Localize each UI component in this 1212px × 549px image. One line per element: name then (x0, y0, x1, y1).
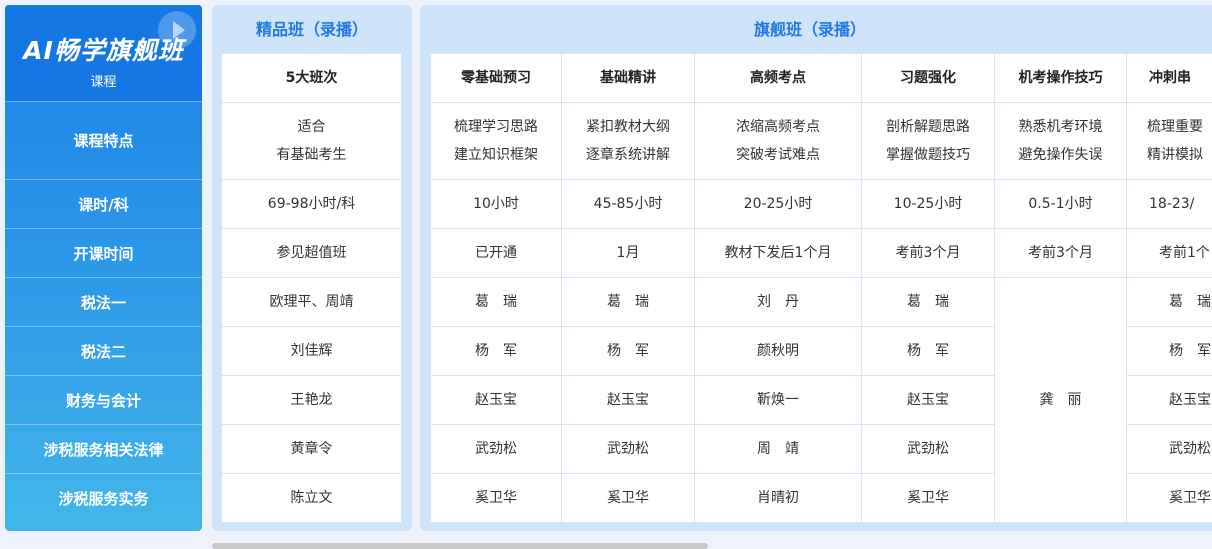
hours-cell: 18-23/ (1126, 179, 1212, 229)
row-header: 涉税服务相关法律 (5, 424, 202, 473)
teacher-cell: 赵玉宝 (430, 375, 562, 425)
start-cell: 1月 (561, 228, 695, 278)
premium-table: 5大班次 适合 有基础考生 69-98小时/科 参见超值班 欧理平、周靖 刘佳辉… (222, 53, 401, 523)
row-header: 财务与会计 (5, 375, 202, 424)
hours-cell: 10-25小时 (861, 179, 995, 229)
premium-cell: 王艳龙 (222, 375, 401, 425)
teacher-cell: 葛 瑞 (561, 277, 695, 327)
start-cell: 考前3个月 (994, 228, 1127, 278)
feature-cell: 熟悉机考环境 避免操作失误 (994, 102, 1127, 180)
premium-panel: 精品班（录播） 5大班次 适合 有基础考生 69-98小时/科 参见超值班 欧理… (212, 5, 412, 531)
teacher-cell: 葛 瑞 (430, 277, 562, 327)
teacher-cell: 奚卫华 (1126, 473, 1212, 523)
row-header: 税法二 (5, 326, 202, 375)
hours-cell: 45-85小时 (561, 179, 695, 229)
hours-cell: 0.5-1小时 (994, 179, 1127, 229)
row-header-column: AI畅学旗舰班 课程 课程特点 课时/科 开课时间 税法一 税法二 财务与会计 … (5, 5, 202, 531)
teacher-cell: 刘 丹 (694, 277, 862, 327)
teacher-cell: 杨 军 (561, 326, 695, 376)
feature-cell: 紧扣教材大纲 逐章系统讲解 (561, 102, 695, 180)
teacher-cell: 颜秋明 (694, 326, 862, 376)
premium-cell: 欧理平、周靖 (222, 277, 401, 327)
teacher-merged-cell: 龚 丽 (994, 277, 1127, 523)
flagship-table: 零基础预习 基础精讲 高频考点 习题强化 机考操作技巧 冲刺串 梳理学习思路 建… (430, 53, 1212, 523)
feature-cell: 梳理重要 精讲模拟 (1126, 102, 1212, 180)
start-cell: 考前1个 (1126, 228, 1212, 278)
teacher-cell: 赵玉宝 (561, 375, 695, 425)
teacher-cell: 杨 军 (430, 326, 562, 376)
teacher-cell: 赵玉宝 (861, 375, 995, 425)
premium-cell: 黄章令 (222, 424, 401, 474)
feature-cell: 浓缩高频考点 突破考试难点 (694, 102, 862, 180)
column-header: 零基础预习 (430, 53, 562, 103)
teacher-cell: 奚卫华 (430, 473, 562, 523)
teacher-cell: 周 靖 (694, 424, 862, 474)
teacher-cell: 杨 军 (1126, 326, 1212, 376)
start-cell: 已开通 (430, 228, 562, 278)
flagship-panel: 旗舰班（录播） 零基础预习 基础精讲 高频考点 习题强化 机考操作技巧 冲刺串 … (420, 5, 1212, 531)
premium-cell: 刘佳辉 (222, 326, 401, 376)
column-header: 习题强化 (861, 53, 995, 103)
brand-subtitle: 课程 (90, 75, 117, 90)
feature-cell: 梳理学习思路 建立知识框架 (430, 102, 562, 180)
premium-cell: 参见超值班 (222, 228, 401, 278)
start-cell: 考前3个月 (861, 228, 995, 278)
teacher-cell: 肖晴初 (694, 473, 862, 523)
row-header: 税法一 (5, 277, 202, 326)
premium-cell: 适合 有基础考生 (222, 102, 401, 180)
start-cell: 教材下发后1个月 (694, 228, 862, 278)
brand-block: AI畅学旗舰班 课程 (5, 5, 202, 101)
premium-title: 精品班（录播） (255, 20, 368, 39)
row-header: 开课时间 (5, 228, 202, 277)
row-header: 课程特点 (5, 101, 202, 179)
row-header: 课时/科 (5, 179, 202, 228)
teacher-cell: 靳焕一 (694, 375, 862, 425)
teacher-cell: 武劲松 (561, 424, 695, 474)
teacher-cell: 武劲松 (861, 424, 995, 474)
column-header: 冲刺串 (1126, 53, 1212, 103)
teacher-cell: 杨 军 (861, 326, 995, 376)
flagship-title: 旗舰班（录播） (753, 20, 866, 39)
teacher-cell: 赵玉宝 (1126, 375, 1212, 425)
hours-cell: 20-25小时 (694, 179, 862, 229)
feature-cell: 剖析解题思路 掌握做题技巧 (861, 102, 995, 180)
row-header: 涉税服务实务 (5, 473, 202, 522)
teacher-cell: 武劲松 (430, 424, 562, 474)
play-icon (158, 11, 196, 49)
teacher-cell: 葛 瑞 (1126, 277, 1212, 327)
column-header: 高频考点 (694, 53, 862, 103)
premium-cell: 陈立文 (222, 473, 401, 523)
teacher-cell: 葛 瑞 (861, 277, 995, 327)
hours-cell: 10小时 (430, 179, 562, 229)
premium-header: 5大班次 (222, 53, 401, 103)
horizontal-scrollbar[interactable] (212, 543, 708, 549)
teacher-cell: 奚卫华 (861, 473, 995, 523)
premium-cell: 69-98小时/科 (222, 179, 401, 229)
teacher-cell: 奚卫华 (561, 473, 695, 523)
column-header: 基础精讲 (561, 53, 695, 103)
column-header: 机考操作技巧 (994, 53, 1127, 103)
teacher-cell: 武劲松 (1126, 424, 1212, 474)
